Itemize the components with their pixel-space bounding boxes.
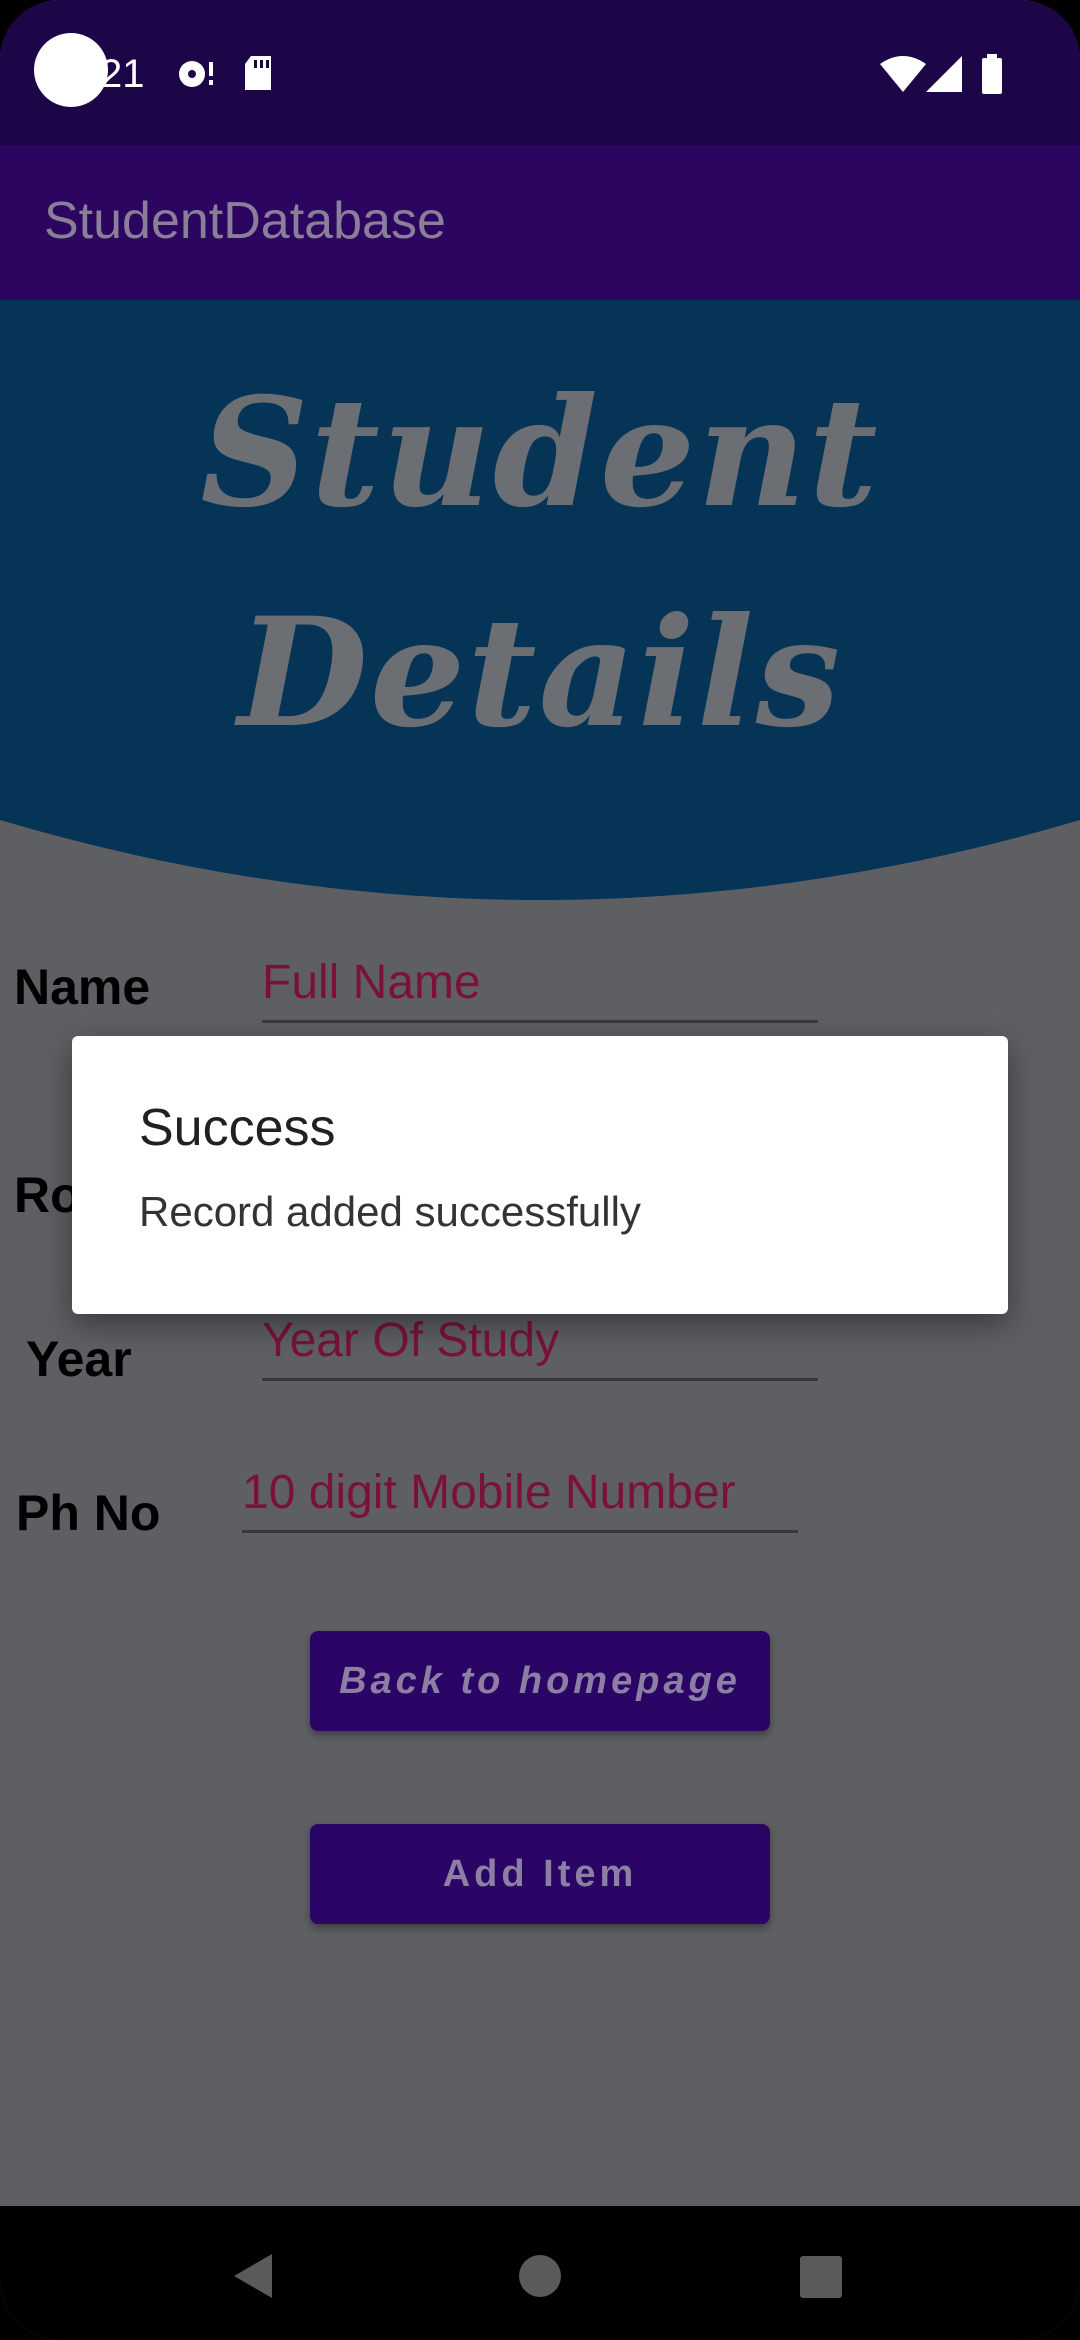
- back-icon[interactable]: [234, 2254, 274, 2298]
- dialog-message: Record added successfully: [139, 1188, 641, 1235]
- app-bar: StudentDatabase: [0, 145, 1080, 300]
- home-icon[interactable]: [518, 2254, 562, 2298]
- dialog-title: Success: [139, 1099, 336, 1157]
- signal-icon: [926, 56, 962, 92]
- battery-icon: [982, 54, 1002, 94]
- roll-label: Ro: [14, 1167, 81, 1223]
- success-dialog[interactable]: Success Record added successfully: [72, 1036, 1008, 1314]
- navigation-bar: [0, 2206, 1080, 2340]
- phone-field[interactable]: 10 digit Mobile Number: [242, 1460, 798, 1533]
- status-bar: 21: [0, 0, 1080, 145]
- add-item-button[interactable]: Add Item: [310, 1824, 770, 1924]
- camera-cutout-icon: [34, 33, 108, 107]
- header-title-line2: Details: [237, 585, 843, 761]
- header-banner: Student Details: [0, 300, 1080, 900]
- app-title: StudentDatabase: [44, 192, 446, 250]
- year-placeholder: Year Of Study: [262, 1314, 560, 1367]
- year-field[interactable]: Year Of Study: [262, 1308, 818, 1381]
- year-label: Year: [26, 1331, 132, 1387]
- recents-icon[interactable]: [800, 2256, 842, 2298]
- phone-label: Ph No: [16, 1485, 161, 1541]
- phone-placeholder: 10 digit Mobile Number: [242, 1466, 736, 1519]
- name-field[interactable]: Full Name: [262, 950, 818, 1023]
- back-to-homepage-button[interactable]: Back to homepage: [310, 1631, 770, 1731]
- wifi-icon: [880, 56, 926, 92]
- name-label: Name: [14, 959, 151, 1015]
- media-notification-icon: [179, 61, 213, 87]
- name-placeholder: Full Name: [262, 956, 481, 1009]
- header-title-line1: Student: [200, 365, 880, 541]
- screen: 21 StudentDatabase Student Details Name …: [0, 0, 1080, 2340]
- sd-card-icon: [245, 56, 271, 90]
